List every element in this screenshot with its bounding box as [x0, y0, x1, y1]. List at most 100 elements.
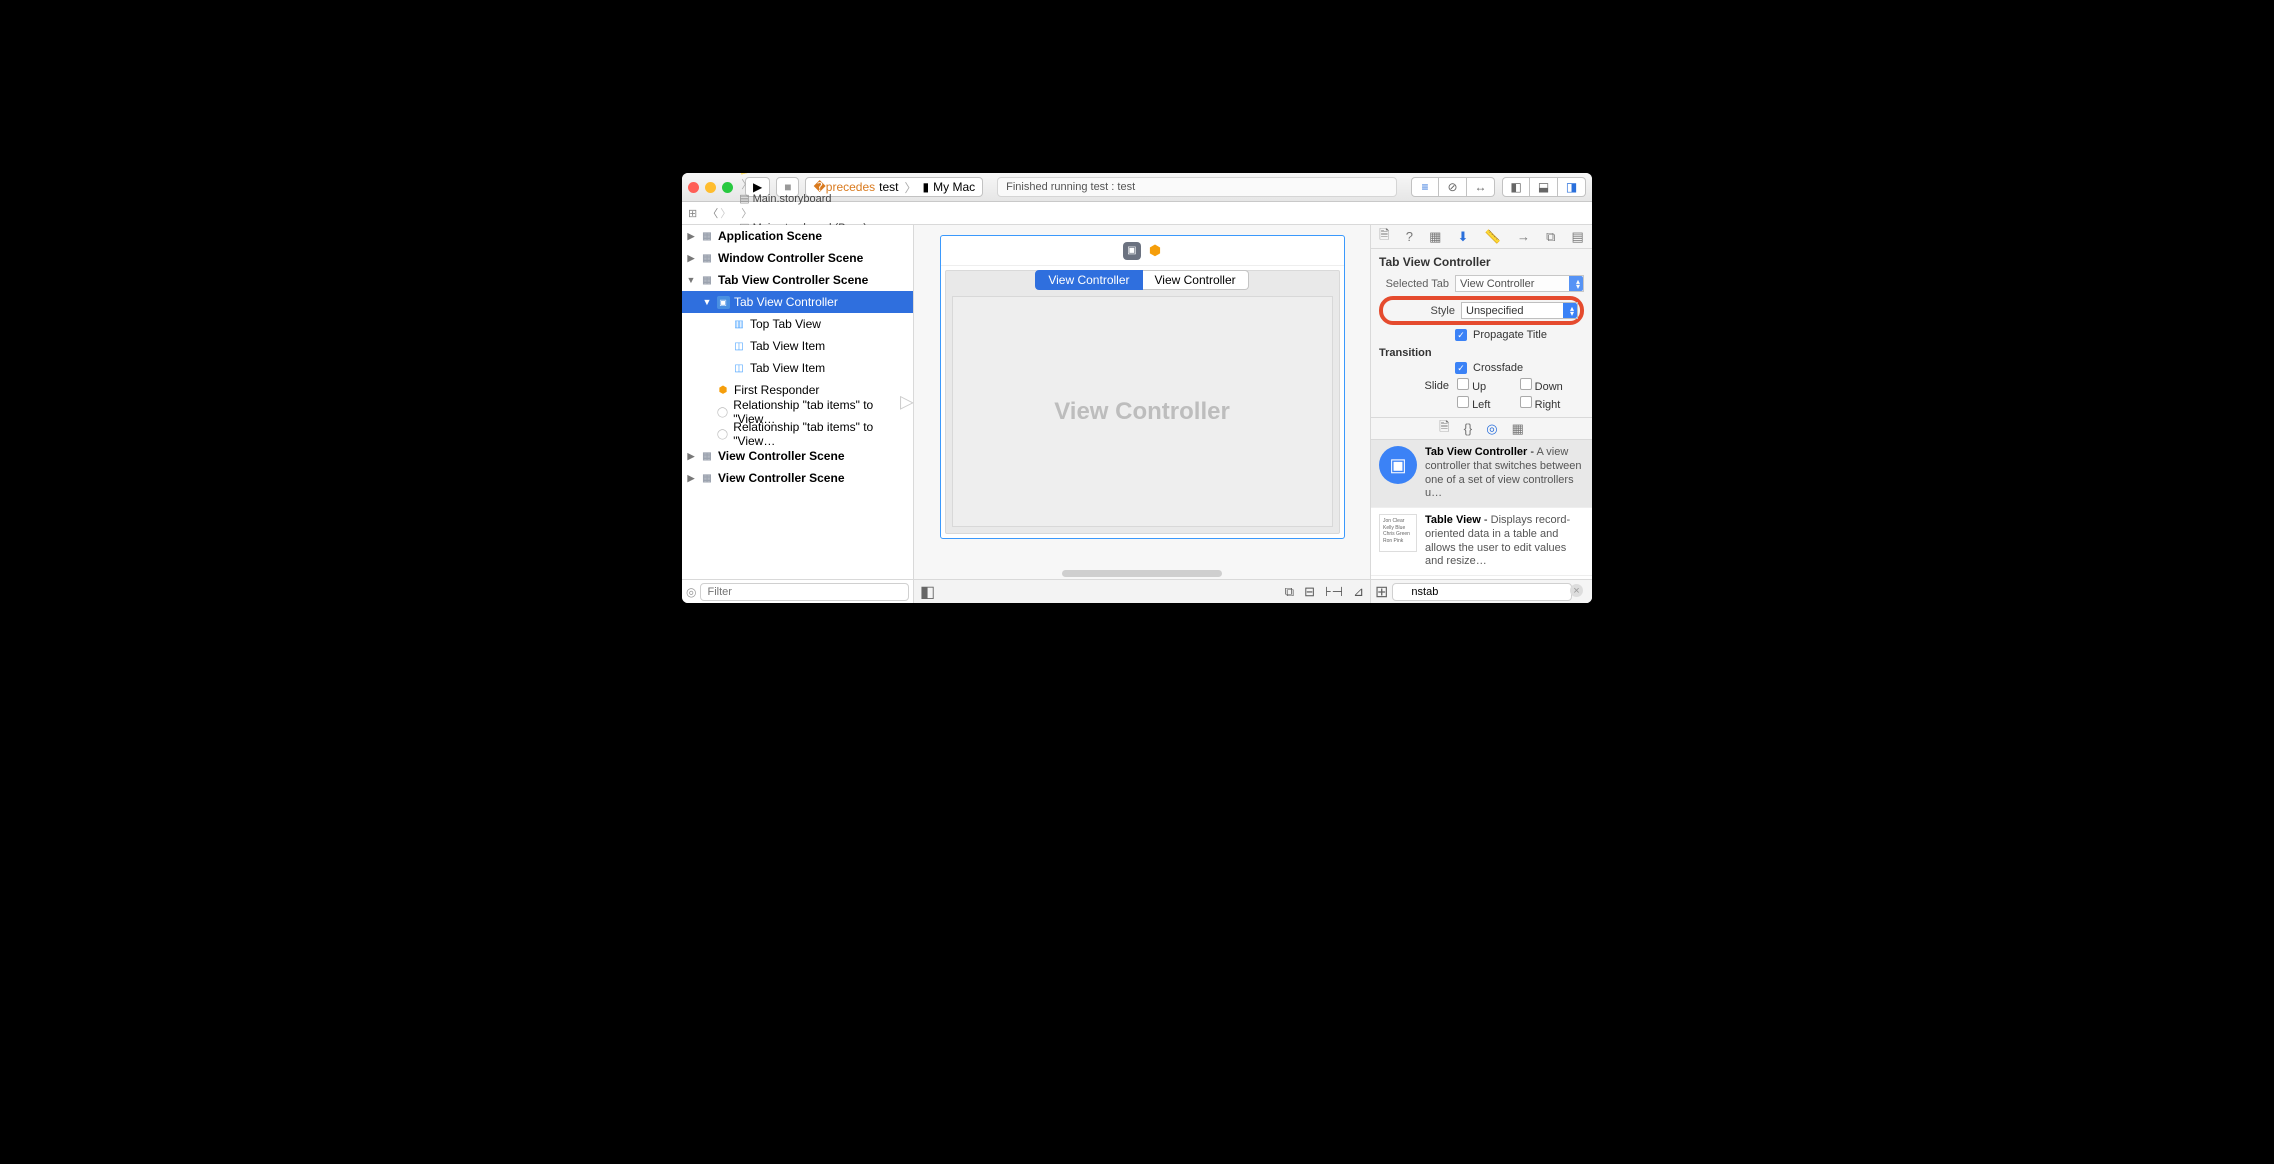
tab-view-controller-scene[interactable]: ▣ ⬢ View Controller View Controller View… [940, 235, 1345, 539]
editor-standard-button[interactable]: ≡ [1411, 177, 1439, 197]
align-button-icon[interactable]: ⊟ [1304, 584, 1315, 600]
row-label: Relationship "tab items" to "View… [733, 420, 913, 448]
disclosure-icon[interactable]: ▶ [686, 231, 696, 242]
outline-filter[interactable] [700, 583, 909, 601]
resolve-button-icon[interactable]: ⊿ [1353, 584, 1364, 600]
row-icon: ▦ [700, 273, 714, 287]
selected-tab-popup[interactable]: View Controller▴▾ [1455, 275, 1584, 292]
doc-outline-toggle-icon[interactable]: ◧ [920, 582, 935, 602]
navigator-footer: ◎ [682, 579, 913, 603]
traffic-lights [688, 182, 733, 193]
outline-row[interactable]: ▼ ▦ Tab View Controller Scene [682, 269, 913, 291]
row-icon: ▥ [732, 317, 746, 331]
toggle-debug-button[interactable]: ⬓ [1530, 177, 1558, 197]
toolbar-right: ≡ ⊘ ↔ ◧ ⬓ ◨ [1411, 177, 1586, 197]
slide-left-checkbox[interactable] [1457, 396, 1469, 408]
row-icon: ◫ [732, 339, 746, 353]
disclosure-icon[interactable]: ▶ [686, 253, 696, 264]
disclosure-icon[interactable]: ▼ [686, 275, 696, 285]
row-label: View Controller Scene [718, 449, 845, 463]
slide-label: Slide [1379, 380, 1449, 392]
tab-view-content: View Controller View Controller View Con… [945, 270, 1340, 534]
effects-inspector-icon[interactable]: ▤ [1572, 229, 1584, 245]
outline-row[interactable]: ◯ Relationship "tab items" to "View… [682, 423, 913, 445]
file-template-library-icon[interactable]: 🗎 [1439, 418, 1449, 440]
tab-1[interactable]: View Controller [1035, 270, 1142, 290]
breadcrumb-item[interactable]: 📁 test [739, 173, 882, 176]
disclosure-icon[interactable]: ▶ [686, 473, 696, 484]
outline-tree[interactable]: ▶ ▦ Application Scene ▶ ▦ Window Control… [682, 225, 913, 579]
row-label: Tab View Item [750, 361, 825, 375]
bindings-inspector-icon[interactable]: ⧉ [1546, 229, 1555, 245]
outline-row[interactable]: ◫ Tab View Item [682, 335, 913, 357]
library-view-mode-icon[interactable]: ⊞ [1375, 582, 1388, 602]
embed-button-icon[interactable]: ⧉ [1285, 584, 1294, 600]
style-popup[interactable]: Unspecified▴▾ [1461, 302, 1578, 319]
breadcrumb-item[interactable]: ▤ Main.storyboard [739, 192, 882, 205]
placeholder-label: View Controller [1054, 398, 1230, 426]
main-area: ▶ ▦ Application Scene ▶ ▦ Window Control… [682, 225, 1592, 603]
identity-inspector-icon[interactable]: ▦ [1429, 229, 1441, 245]
slide-right-checkbox[interactable] [1520, 396, 1532, 408]
row-label: First Responder [734, 383, 819, 397]
inspector-tabs[interactable]: 🗎 ? ▦ ⬇ 📏 → ⧉ ▤ [1371, 225, 1592, 249]
canvas[interactable]: ▷ ▣ ⬢ View Controller View Controller Vi… [914, 225, 1370, 603]
tabvc-icon: ▣ [1123, 242, 1141, 260]
row-icon: ◯ [716, 427, 730, 441]
outline-row[interactable]: ◫ Tab View Item [682, 357, 913, 379]
file-inspector-icon[interactable]: 🗎 [1379, 226, 1389, 248]
row-label: Top Tab View [750, 317, 821, 331]
connections-inspector-icon[interactable]: → [1517, 229, 1530, 244]
media-library-icon[interactable]: ▦ [1512, 421, 1524, 437]
size-inspector-icon[interactable]: 📏 [1485, 229, 1501, 245]
library-item-title: Table View [1425, 514, 1481, 526]
disclosure-icon[interactable]: ▶ [686, 451, 696, 462]
library-list[interactable]: ▣ Tab View Controller - A view controlle… [1371, 440, 1592, 579]
inspector-section-title: Tab View Controller [1379, 255, 1584, 269]
row-label: Application Scene [718, 229, 822, 243]
dock-toggle-icon[interactable]: ▷ [900, 392, 914, 413]
row-label: View Controller Scene [718, 471, 845, 485]
code-snippet-library-icon[interactable]: {} [1464, 421, 1473, 436]
row-icon: ▦ [700, 229, 714, 243]
filter-icon: ◎ [686, 585, 696, 599]
quickhelp-inspector-icon[interactable]: ? [1406, 229, 1413, 244]
minimize-icon[interactable] [705, 182, 716, 193]
editor-version-button[interactable]: ↔ [1467, 177, 1495, 197]
clear-search-icon[interactable]: × [1570, 584, 1583, 597]
library-item[interactable]: ▣ Tab View Controller - A view controlle… [1371, 440, 1592, 508]
toggle-inspector-button[interactable]: ◨ [1558, 177, 1586, 197]
outline-row[interactable]: ▶ ▦ View Controller Scene [682, 467, 913, 489]
library-footer: ⊞ × [1371, 579, 1592, 603]
forward-button[interactable]: 〉 [720, 205, 731, 221]
tab-2[interactable]: View Controller [1143, 270, 1249, 290]
propagate-title-label: Propagate Title [1473, 329, 1547, 341]
outline-row[interactable]: ▶ ▦ Window Controller Scene [682, 247, 913, 269]
row-icon: ⬢ [716, 383, 730, 397]
attributes-inspector-icon[interactable]: ⬇ [1458, 229, 1469, 245]
row-icon: ▦ [700, 449, 714, 463]
object-library-icon[interactable]: ◎ [1486, 421, 1497, 437]
outline-row[interactable]: ▶ ▦ Application Scene [682, 225, 913, 247]
propagate-title-checkbox[interactable]: ✓ [1455, 329, 1467, 341]
back-button[interactable]: 〈 [707, 205, 718, 221]
close-icon[interactable] [688, 182, 699, 193]
outline-row[interactable]: ▶ ▦ View Controller Scene [682, 445, 913, 467]
pin-button-icon[interactable]: ⊦⊣ [1325, 584, 1343, 600]
editor-assistant-button[interactable]: ⊘ [1439, 177, 1467, 197]
toggle-navigator-button[interactable]: ◧ [1502, 177, 1530, 197]
crossfade-checkbox[interactable]: ✓ [1455, 362, 1467, 374]
disclosure-icon[interactable]: ▼ [702, 297, 712, 307]
outline-row[interactable]: ▥ Top Tab View [682, 313, 913, 335]
outline-row[interactable]: ▼ ▣ Tab View Controller [682, 291, 913, 313]
horizontal-scrollbar[interactable] [1062, 570, 1222, 577]
library-tabs[interactable]: 🗎 {} ◎ ▦ [1371, 418, 1592, 440]
library-search[interactable] [1392, 583, 1572, 601]
slide-down-checkbox[interactable] [1520, 378, 1532, 390]
zoom-icon[interactable] [722, 182, 733, 193]
related-items-icon[interactable]: ⊞ [688, 207, 697, 220]
tab-control[interactable]: View Controller View Controller [946, 270, 1339, 290]
library-item[interactable]: Jon ClearKelly BlueChris GreenRon Pink T… [1371, 508, 1592, 576]
row-icon: ▦ [700, 471, 714, 485]
slide-up-checkbox[interactable] [1457, 378, 1469, 390]
